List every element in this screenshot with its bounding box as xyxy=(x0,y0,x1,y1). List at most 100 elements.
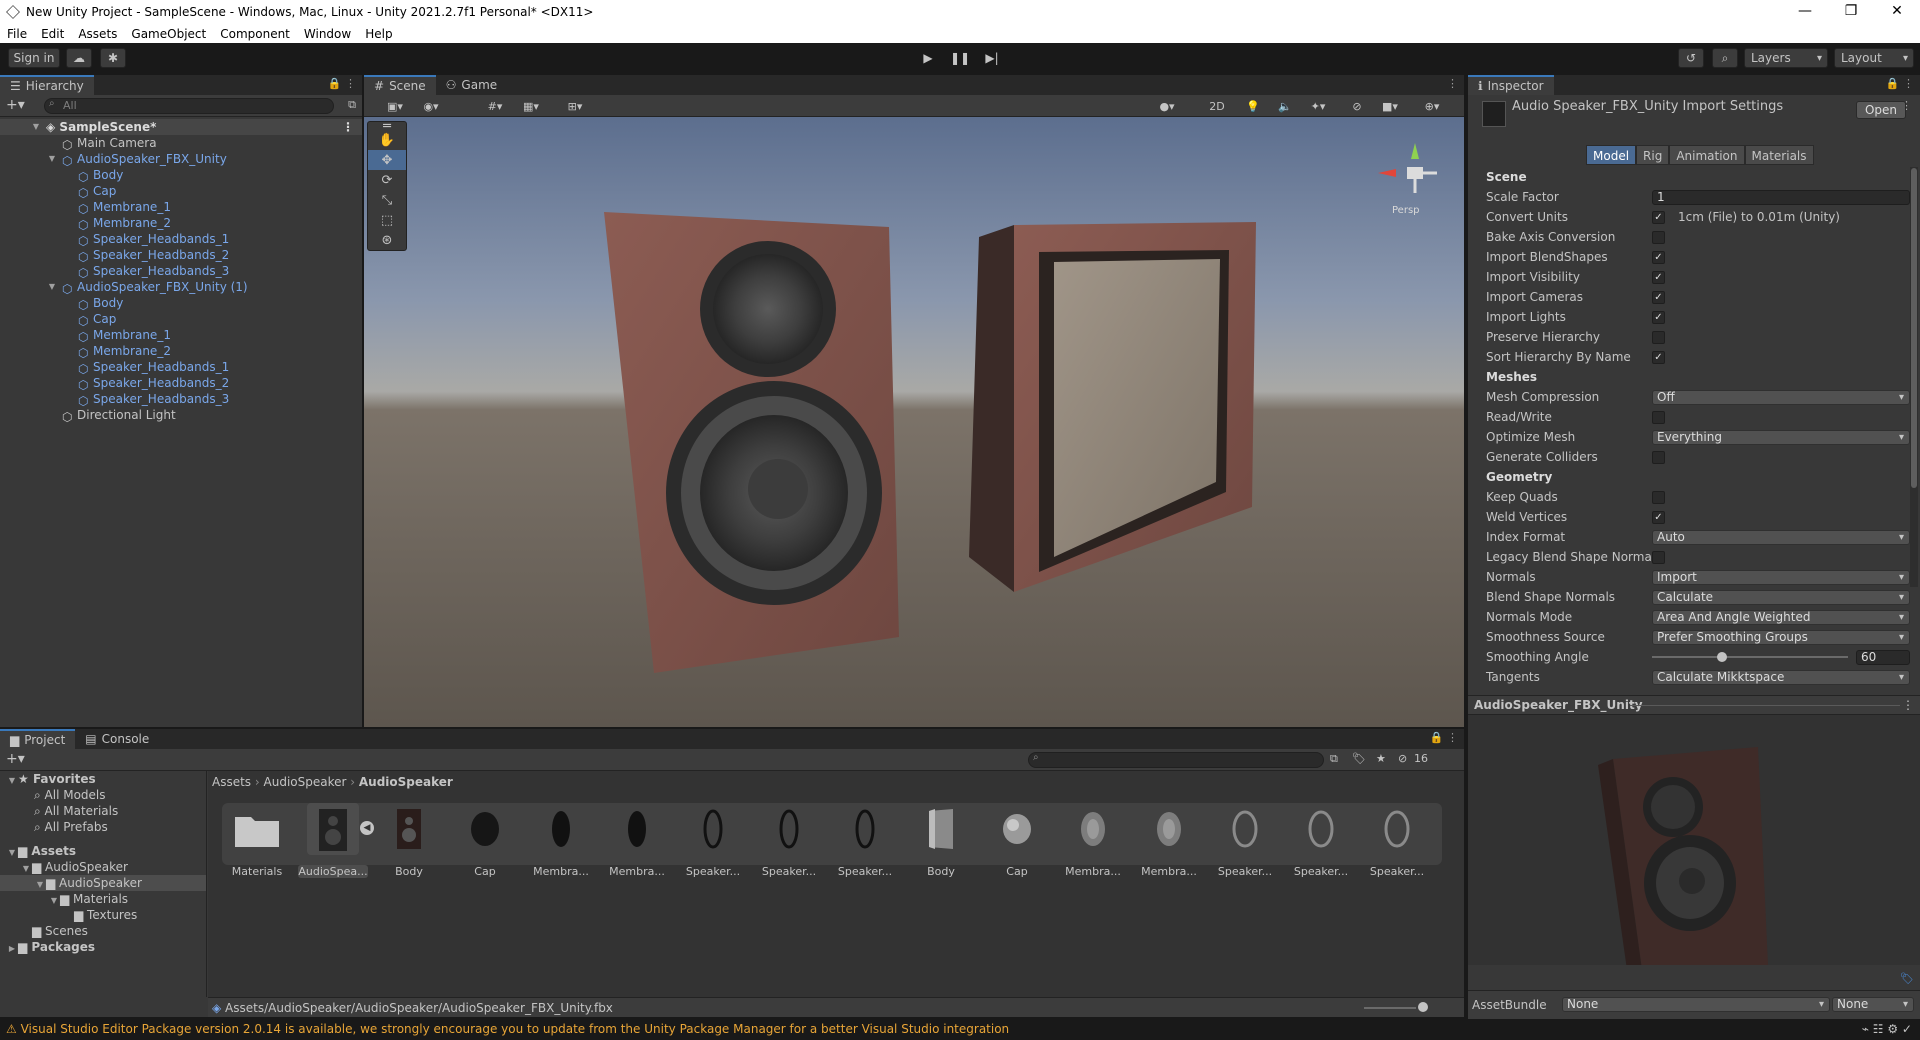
history-icon[interactable]: ↺ xyxy=(1678,48,1704,68)
create-button[interactable]: +▾ xyxy=(6,97,25,113)
project-folder-item[interactable]: ▼ ▆ Materials xyxy=(0,891,206,907)
favorite-item[interactable]: ⌕ All Materials xyxy=(0,803,206,819)
rect-tool-icon[interactable]: ⬚ xyxy=(368,210,406,230)
expand-arrow-icon[interactable]: ▼ xyxy=(46,279,58,295)
tab-scene[interactable]: # Scene xyxy=(364,75,436,95)
asset-item[interactable]: Cap xyxy=(982,803,1052,878)
property-dropdown[interactable]: Calculate Mikktspace xyxy=(1652,670,1910,685)
rotate-tool-icon[interactable]: ⟳ xyxy=(368,170,406,190)
asset-item[interactable]: Speaker... xyxy=(678,803,748,878)
menu-assets[interactable]: Assets xyxy=(71,27,124,41)
packages-row[interactable]: ▶ ▆ Packages xyxy=(0,939,206,955)
breadcrumb-item[interactable]: Assets xyxy=(212,775,251,789)
assets-root-row[interactable]: ▼ ▆ Assets xyxy=(0,843,206,859)
grid-icon[interactable]: ▦▾ xyxy=(518,98,544,114)
property-dropdown[interactable]: Auto xyxy=(1652,530,1910,545)
panel-menu-icon[interactable]: 🔒 ⋮ xyxy=(328,77,356,90)
smoothing-angle-field[interactable]: 60 xyxy=(1856,650,1910,665)
asset-item[interactable]: Cap xyxy=(450,803,520,878)
create-asset-button[interactable]: +▾ xyxy=(6,751,25,767)
status-bar[interactable]: ⚠ Visual Studio Editor Package version 2… xyxy=(0,1019,1920,1040)
property-checkbox[interactable] xyxy=(1652,331,1665,344)
hidden-objects-icon[interactable]: ⊘ xyxy=(1344,98,1370,114)
asset-bundle-dropdown[interactable]: None xyxy=(1562,997,1830,1012)
scene-viewport[interactable]: Persp ═ ✋ ✥ ⟳ ⤡ ⬚ ⊛ xyxy=(364,117,1464,727)
layout-dropdown[interactable]: Layout ▾ xyxy=(1834,48,1914,68)
property-dropdown[interactable]: Area And Angle Weighted xyxy=(1652,610,1910,625)
property-dropdown[interactable]: Everything xyxy=(1652,430,1910,445)
menu-edit[interactable]: Edit xyxy=(34,27,71,41)
scene-menu-icon[interactable]: ⋮ xyxy=(342,119,354,135)
property-checkbox[interactable]: ✓ xyxy=(1652,271,1665,284)
tab-project[interactable]: ▆ Project xyxy=(0,729,76,749)
property-dropdown[interactable]: Import xyxy=(1652,570,1910,585)
menu-gameobject[interactable]: GameObject xyxy=(124,27,213,41)
effects-icon[interactable]: ✦▾ xyxy=(1300,98,1336,114)
hierarchy-item[interactable]: ⬡ Membrane_1 xyxy=(0,327,362,344)
scale-tool-icon[interactable]: ⤡ xyxy=(368,190,406,210)
asset-item[interactable]: Speaker... xyxy=(1210,803,1280,878)
menu-file[interactable]: File xyxy=(0,27,34,41)
hidden-packages-icon[interactable]: ⊘ xyxy=(1398,752,1407,765)
search-by-label-icon[interactable]: 🏷 xyxy=(1352,752,1366,765)
tab-rig[interactable]: Rig xyxy=(1636,145,1670,165)
property-checkbox[interactable] xyxy=(1652,551,1665,564)
expand-asset-icon[interactable]: ◀ xyxy=(360,821,374,835)
menu-window[interactable]: Window xyxy=(297,27,358,41)
property-checkbox[interactable]: ✓ xyxy=(1652,251,1665,264)
hierarchy-item[interactable]: ⬡ Speaker_Headbands_2 xyxy=(0,247,362,264)
shading-sphere-icon[interactable]: ●▾ xyxy=(1154,98,1180,114)
orientation-gizmo[interactable] xyxy=(1378,143,1437,193)
step-button[interactable]: ▶| xyxy=(978,49,1006,67)
increment-snap-icon[interactable]: ⊞▾ xyxy=(562,98,588,114)
hierarchy-item[interactable]: ⬡ Speaker_Headbands_3 xyxy=(0,391,362,408)
hierarchy-item[interactable]: ⬡ Speaker_Headbands_2 xyxy=(0,375,362,392)
asset-variant-dropdown[interactable]: None xyxy=(1832,997,1914,1012)
tab-inspector[interactable]: ℹ Inspector xyxy=(1468,75,1554,95)
camera-icon[interactable]: ■▾ xyxy=(1374,98,1406,114)
tab-hierarchy[interactable]: ☰ Hierarchy xyxy=(0,75,94,95)
expand-arrow-icon[interactable]: ▶ xyxy=(6,941,18,957)
hierarchy-item[interactable]: ⬡ Membrane_2 xyxy=(0,343,362,360)
property-checkbox[interactable]: ✓ xyxy=(1652,311,1665,324)
asset-item[interactable]: Materials xyxy=(222,803,292,878)
preview-menu-icon[interactable]: ⋮ xyxy=(1902,698,1914,712)
asset-item[interactable]: Speaker... xyxy=(1362,803,1432,878)
icon-size-slider[interactable] xyxy=(1364,1007,1416,1009)
draw-mode-icon[interactable]: ▣▾ xyxy=(382,98,408,114)
pause-button[interactable]: ❚❚ xyxy=(946,49,974,67)
hierarchy-search-input[interactable]: All xyxy=(44,98,334,114)
tab-console[interactable]: ▤ Console xyxy=(75,729,159,749)
model-preview[interactable] xyxy=(1468,715,1920,977)
slider-thumb[interactable] xyxy=(1717,652,1727,662)
hierarchy-item[interactable]: ⬡ Main Camera xyxy=(0,135,362,152)
project-folder-item[interactable]: ▼ ▆ AudioSpeaker xyxy=(0,859,206,875)
tab-model[interactable]: Model xyxy=(1586,145,1637,165)
gizmos-icon[interactable]: ⊕▾ xyxy=(1414,98,1450,114)
property-checkbox[interactable] xyxy=(1652,231,1665,244)
lighting-icon[interactable]: 💡 xyxy=(1240,98,1266,114)
menu-component[interactable]: Component xyxy=(213,27,297,41)
panel-menu-icon[interactable]: ⋮ xyxy=(1447,77,1458,90)
favorite-item[interactable]: ⌕ All Prefabs xyxy=(0,819,206,835)
asset-item[interactable]: Body xyxy=(906,803,976,878)
inspector-scrollbar[interactable] xyxy=(1910,167,1918,587)
tab-animation[interactable]: Animation xyxy=(1669,145,1745,165)
layers-dropdown[interactable]: Layers ▾ xyxy=(1744,48,1828,68)
property-checkbox[interactable]: ✓ xyxy=(1652,511,1665,524)
minimize-button[interactable]: — xyxy=(1782,0,1828,24)
property-checkbox[interactable]: ✓ xyxy=(1652,291,1665,304)
asset-label-icon[interactable]: 🏷 xyxy=(1900,972,1914,985)
hierarchy-item[interactable]: ▼ ⬡ AudioSpeaker_FBX_Unity xyxy=(0,151,362,168)
scene-visibility-icon[interactable]: ⧉ xyxy=(348,98,356,112)
sign-in-button[interactable]: Sign in xyxy=(8,48,60,68)
panel-menu-icon[interactable]: 🔒 ⋮ xyxy=(1886,77,1914,90)
inspector-scroll-thumb[interactable] xyxy=(1911,168,1917,488)
property-checkbox[interactable] xyxy=(1652,491,1665,504)
asset-item[interactable]: Membra... xyxy=(602,803,672,878)
project-search-input[interactable] xyxy=(1028,752,1324,768)
hierarchy-item[interactable]: ⬡ Speaker_Headbands_3 xyxy=(0,263,362,280)
asset-item[interactable]: Membra... xyxy=(526,803,596,878)
project-folder-item[interactable]: ▼ ▆ AudioSpeaker xyxy=(0,875,206,891)
property-dropdown[interactable]: Prefer Smoothing Groups xyxy=(1652,630,1910,645)
